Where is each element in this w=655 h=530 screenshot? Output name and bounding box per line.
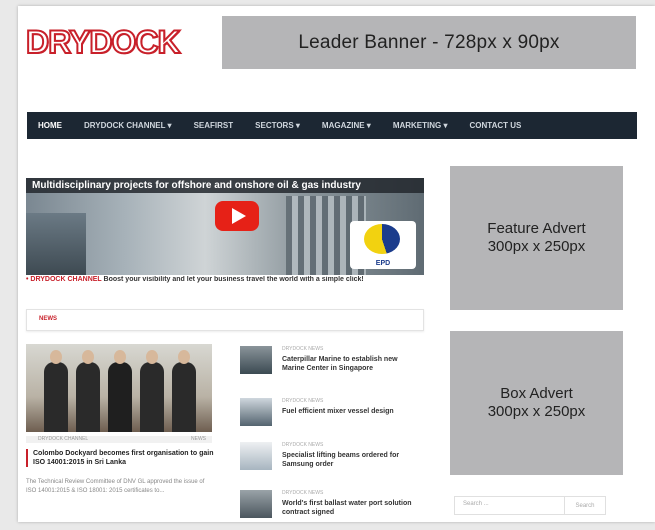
side-news-title[interactable]: Caterpillar Marine to establish new Mari…: [282, 355, 422, 373]
nav-item-drydock-channel[interactable]: DRYDOCK CHANNEL ▾: [73, 121, 183, 130]
side-news-item[interactable]: DRYDOCK NEWS World's first ballast water…: [240, 490, 420, 530]
feature-advert-title: Feature Advert: [487, 220, 586, 237]
main-news-meta-left: DRYDOCK CHANNEL: [38, 436, 89, 442]
drydock-logo[interactable]: DRYDOCK: [25, 23, 182, 61]
news-section-label[interactable]: NEWS: [39, 316, 57, 322]
person-figure: [108, 350, 132, 432]
side-news-date: DRYDOCK NEWS: [282, 398, 324, 404]
epd-logo-text: EPD: [375, 260, 391, 267]
nav-item-sectors[interactable]: SECTORS ▾: [244, 121, 311, 130]
side-news-thumb[interactable]: [240, 346, 272, 374]
side-news-date: DRYDOCK NEWS: [282, 490, 324, 496]
side-news-item[interactable]: DRYDOCK NEWS Caterpillar Marine to estab…: [240, 346, 420, 386]
video-scene-crane: [26, 213, 86, 275]
search-box: Search ... Search: [454, 496, 606, 515]
nav-item-contact-us[interactable]: CONTACT US: [459, 121, 533, 130]
epd-logo-mark: [364, 224, 400, 254]
feature-advert-placeholder: Feature Advert 300px x 250px: [450, 166, 623, 310]
leader-banner-placeholder: Leader Banner - 728px x 90px: [222, 16, 636, 69]
side-news-date: DRYDOCK NEWS: [282, 442, 324, 448]
nav-item-seafirst[interactable]: SEAFIRST: [183, 121, 245, 130]
video-caption: • DRYDOCK CHANNEL Boost your visibility …: [26, 276, 424, 283]
main-news-meta-right: NEWS: [191, 436, 206, 442]
search-input[interactable]: Search ...: [463, 501, 489, 507]
feature-advert-size: 300px x 250px: [487, 238, 586, 255]
nav-item-home[interactable]: HOME: [27, 121, 73, 130]
video-player[interactable]: Multidisciplinary projects for offshore …: [26, 178, 424, 275]
person-figure: [76, 350, 100, 432]
side-news-title[interactable]: Specialist lifting beams ordered for Sam…: [282, 451, 422, 469]
side-news-thumb[interactable]: [240, 442, 272, 470]
person-figure: [172, 350, 196, 432]
person-figure: [140, 350, 164, 432]
epd-logo: EPD: [350, 221, 416, 269]
main-news-excerpt: The Technical Review Committee of DNV GL…: [26, 479, 205, 494]
video-caption-text: Boost your visibility and let your busin…: [103, 276, 364, 283]
main-news-image[interactable]: [26, 344, 212, 432]
side-news-date: DRYDOCK NEWS: [282, 346, 324, 352]
video-caption-prefix[interactable]: • DRYDOCK CHANNEL: [26, 276, 102, 283]
nav-item-magazine[interactable]: MAGAZINE ▾: [311, 121, 382, 130]
person-figure: [44, 350, 68, 432]
news-section-header: NEWS: [26, 309, 424, 331]
main-news-meta: DRYDOCK CHANNEL NEWS: [26, 436, 212, 443]
play-icon[interactable]: [215, 201, 259, 231]
main-news-headline[interactable]: Colombo Dockyard becomes first organisat…: [26, 449, 219, 467]
side-news-item[interactable]: DRYDOCK NEWS Fuel efficient mixer vessel…: [240, 398, 420, 438]
side-news-thumb[interactable]: [240, 398, 272, 426]
nav-item-marketing[interactable]: MARKETING ▾: [382, 121, 459, 130]
box-advert-size: 300px x 250px: [487, 403, 586, 420]
leader-banner-label: Leader Banner - 728px x 90px: [298, 31, 560, 53]
side-news-thumb[interactable]: [240, 490, 272, 518]
box-advert-title: Box Advert: [500, 385, 573, 402]
search-button[interactable]: Search: [564, 497, 605, 514]
video-title: Multidisciplinary projects for offshore …: [26, 178, 424, 193]
side-news-item[interactable]: DRYDOCK NEWS Specialist lifting beams or…: [240, 442, 420, 482]
box-advert-placeholder: Box Advert 300px x 250px: [450, 331, 623, 475]
side-news-title[interactable]: World's first ballast water port solutio…: [282, 499, 422, 517]
main-nav: HOME DRYDOCK CHANNEL ▾ SEAFIRST SECTORS …: [27, 112, 637, 139]
side-news-title[interactable]: Fuel efficient mixer vessel design: [282, 407, 422, 416]
